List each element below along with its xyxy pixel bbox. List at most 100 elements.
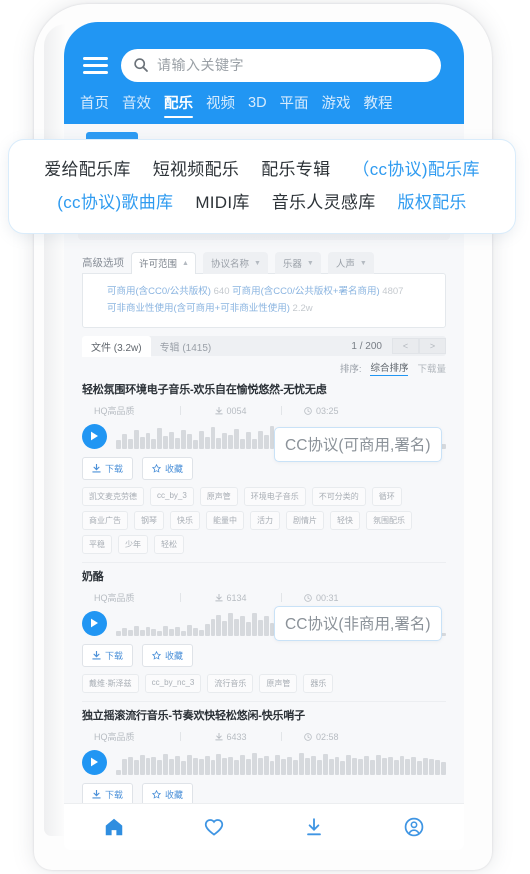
filter-instrument[interactable]: 乐器 ▼ [274, 252, 321, 274]
search-input[interactable]: 请输入关键字 [121, 48, 441, 82]
sort-option-comprehensive[interactable]: 综合排序 [370, 360, 409, 376]
play-button[interactable] [82, 423, 107, 449]
track-title[interactable]: 奶酪 [82, 570, 446, 585]
tag[interactable]: 商业广告 [82, 511, 128, 530]
tag[interactable]: 轻松 [154, 535, 184, 554]
filter-option-commercial[interactable]: 可商用(含CC0/公共版权) [107, 286, 211, 297]
tag[interactable]: 不可分类的 [311, 487, 366, 506]
tab-graphic[interactable]: 平面 [280, 92, 309, 118]
result-count-row: 文件 (3.2w) 专辑 (1415) 1 / 200 < > [82, 335, 446, 357]
track-duration: 03:25 [282, 406, 339, 416]
tab-files[interactable]: 文件 (3.2w) [82, 335, 151, 357]
play-button[interactable] [82, 610, 107, 636]
tab-sound-effects[interactable]: 音效 [122, 92, 151, 118]
tag[interactable]: 氛围配乐 [366, 511, 412, 530]
filter-license-scope[interactable]: 许可范围 ▲ [131, 252, 196, 274]
track-meta: HQ高品质 6134 00:31 [94, 591, 446, 604]
sort-option-downloads[interactable]: 下载量 [417, 361, 446, 375]
hamburger-menu-icon[interactable] [83, 53, 113, 77]
download-button[interactable]: 下载 [82, 644, 134, 667]
nav-account[interactable] [389, 810, 439, 844]
filter-option-noncommercial[interactable]: 可非商业性使用(含可商用+可非商业性使用) [107, 303, 290, 314]
nav-downloads[interactable] [289, 810, 339, 844]
next-page-button[interactable]: > [419, 338, 446, 354]
callout-cc-commercial: CC协议(可商用,署名) [274, 427, 442, 462]
download-icon [92, 464, 101, 473]
tab-video[interactable]: 视频 [206, 92, 235, 118]
track-player [82, 747, 446, 777]
play-icon [91, 618, 98, 628]
tag[interactable]: 快乐 [170, 511, 200, 530]
clock-icon [304, 593, 312, 602]
track-title[interactable]: 独立摇滚流行音乐-节奏欢快轻松悠闲-快乐哨子 [82, 709, 446, 724]
tab-tutorial[interactable]: 教程 [364, 92, 393, 118]
track-meta: HQ高品质 6433 02:58 [94, 730, 446, 743]
header-top-row: 请输入关键字 [64, 44, 464, 86]
download-small-icon [215, 732, 224, 740]
nav-home[interactable] [89, 810, 139, 844]
play-button[interactable] [82, 749, 107, 775]
link-copyright-music[interactable]: 版权配乐 [398, 186, 467, 219]
chevron-down-icon: ▼ [253, 259, 261, 267]
tab-3d[interactable]: 3D [248, 95, 267, 116]
track-title[interactable]: 轻松氛围环境电子音乐-欢乐自在愉悦悠然-无忧无虑 [82, 383, 446, 398]
tab-albums[interactable]: 专辑 (1415) [151, 336, 221, 357]
link-music-albums[interactable]: 配乐专辑 [261, 153, 330, 186]
tag[interactable]: 环境电子音乐 [243, 487, 306, 506]
tag[interactable]: cc_by_nc_3 [144, 674, 202, 693]
download-button[interactable]: 下载 [82, 457, 134, 480]
tag[interactable]: 原声管 [199, 487, 238, 506]
tag[interactable]: 平稳 [82, 535, 112, 554]
play-icon [91, 757, 98, 767]
tag[interactable]: 器乐 [303, 674, 334, 693]
tag[interactable]: 流行音乐 [207, 674, 254, 693]
filter-license-scope-label: 许可范围 [139, 259, 178, 270]
tab-home[interactable]: 首页 [80, 92, 109, 118]
filter-vocal[interactable]: 人声 ▼ [327, 252, 374, 274]
tag[interactable]: cc_by_3 [150, 487, 194, 506]
nav-favorites[interactable] [189, 810, 239, 844]
tag[interactable]: 戴维·斯泽兹 [82, 674, 139, 693]
tag[interactable]: 能量中 [206, 511, 244, 530]
download-small-icon [215, 406, 224, 414]
track-duration-value: 03:25 [316, 405, 339, 416]
track-tags: 戴维·斯泽兹 cc_by_nc_3 流行音乐 原声管 器乐 [82, 674, 446, 693]
favorite-button[interactable]: 收藏 [142, 457, 194, 480]
tag[interactable]: 剧情片 [286, 511, 324, 530]
tag[interactable]: 轻快 [330, 511, 360, 530]
track-meta: HQ高品质 0054 03:25 [94, 404, 446, 417]
bottom-navigation [64, 803, 464, 850]
tag[interactable]: 凯文麦克劳德 [82, 487, 144, 506]
favorite-button[interactable]: 收藏 [142, 644, 194, 667]
tag[interactable]: 活力 [250, 511, 280, 530]
link-musician-inspiration[interactable]: 音乐人灵感库 [272, 186, 376, 219]
filter-option-commercial-count: 640 [213, 286, 230, 297]
sort-row: 排序: 综合排序 下载量 [82, 360, 446, 376]
tag[interactable]: 循环 [371, 487, 402, 506]
clock-icon [304, 732, 312, 741]
link-cc-music-library[interactable]: （cc协议)配乐库 [352, 153, 479, 186]
download-button-label: 下载 [105, 464, 124, 474]
link-aigei-music-library[interactable]: 爱给配乐库 [44, 153, 131, 186]
link-short-video-music[interactable]: 短视频配乐 [153, 153, 240, 186]
callout-cc-noncommercial: CC协议(非商用,署名) [274, 606, 442, 641]
track-tags: 凯文麦克劳德 cc_by_3 原声管 环境电子音乐 不可分类的 循环 商业广告 … [82, 487, 446, 554]
tag[interactable]: 钢琴 [134, 511, 164, 530]
category-tabs: 首页 音效 配乐 视频 3D 平面 游戏 教程 [64, 86, 464, 124]
download-button-label: 下载 [105, 790, 124, 800]
waveform[interactable] [116, 749, 446, 775]
link-midi-library[interactable]: MIDI库 [195, 186, 249, 219]
search-icon [133, 57, 149, 73]
link-cc-song-library[interactable]: (cc协议)歌曲库 [57, 186, 173, 219]
filter-option-commercial-attr[interactable]: 可商用(含CC0/公共版权+署名商用) [232, 286, 380, 297]
tab-music[interactable]: 配乐 [164, 92, 193, 118]
star-icon [152, 464, 162, 473]
filter-license-name[interactable]: 协议名称 ▼ [202, 252, 268, 274]
prev-page-button[interactable]: < [392, 338, 419, 354]
tag[interactable]: 少年 [118, 535, 148, 554]
download-small-icon [215, 593, 224, 601]
filter-vocal-label: 人声 [335, 259, 355, 270]
tab-game[interactable]: 游戏 [322, 92, 351, 118]
tag[interactable]: 原声管 [259, 674, 298, 693]
filter-option-row: 可商用(含CC0/公共版权) 640 可商用(含CC0/公共版权+署名商用) 4… [107, 283, 433, 300]
